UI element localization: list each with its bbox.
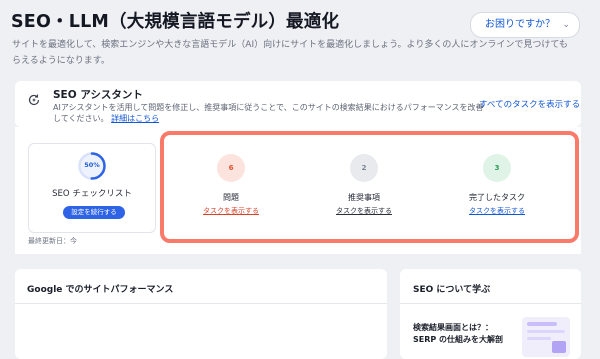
help-button[interactable]: お困りですか？ ⌄ xyxy=(470,12,580,38)
progress-percent: 50% xyxy=(84,161,100,169)
continue-setup-button[interactable]: 設定を続行する xyxy=(63,206,125,219)
sparkle-refresh-icon xyxy=(28,94,40,106)
view-all-tasks-link[interactable]: すべてのタスクを表示する xyxy=(479,98,580,110)
help-button-label: お困りですか？ xyxy=(485,19,555,30)
issues-label: 問題 xyxy=(223,193,239,202)
seo-checklist-card: 50% SEO チェックリスト 設定を続行する xyxy=(28,143,156,233)
issues-view-tasks-link[interactable]: タスクを表示する xyxy=(181,206,281,216)
stat-completed: 3 完了したタスク タスクを表示する xyxy=(447,154,547,216)
issues-count: 6 xyxy=(217,154,245,182)
recommendations-view-tasks-link[interactable]: タスクを表示する xyxy=(314,206,414,216)
article-thumbnail[interactable] xyxy=(522,317,570,357)
seo-assistant-card: SEO アシスタント AIアシスタントを活用して問題を修正し、推奨事項に従うこと… xyxy=(15,81,581,127)
assistant-title: SEO アシスタント xyxy=(53,89,143,101)
chevron-down-icon: ⌄ xyxy=(562,20,570,30)
stat-issues: 6 問題 タスクを表示する xyxy=(181,154,281,216)
learn-title: SEO について学ぶ xyxy=(413,285,491,295)
completed-label: 完了したタスク xyxy=(469,193,525,202)
details-link[interactable]: 詳細はこちら xyxy=(111,114,159,123)
page-title: SEO・LLM（大規模言語モデル）最適化 xyxy=(11,12,340,32)
page-subtitle: サイトを最適化して、検索エンジンや大きな言語モデル（AI）向けにサイトを最適化し… xyxy=(12,40,568,66)
divider xyxy=(400,303,581,304)
stat-recommendations: 2 推奨事項 タスクを表示する xyxy=(314,154,414,216)
recommendations-label: 推奨事項 xyxy=(348,193,380,202)
performance-title: Google でのサイトパフォーマンス xyxy=(27,285,174,295)
completed-count: 3 xyxy=(483,154,511,182)
article-link[interactable]: 検索結果画面とは？：SERP の仕組みを大解剖 xyxy=(413,322,511,346)
divider xyxy=(15,303,387,304)
assistant-description: AIアシスタントを活用して問題を修正し、推奨事項に従うことで、このサイトの検索結… xyxy=(53,102,485,124)
completed-view-tasks-link[interactable]: タスクを表示する xyxy=(447,206,547,216)
last-updated: 最終更新日：今 xyxy=(28,237,77,245)
recommendations-count: 2 xyxy=(350,154,378,182)
checklist-label: SEO チェックリスト xyxy=(52,189,132,199)
